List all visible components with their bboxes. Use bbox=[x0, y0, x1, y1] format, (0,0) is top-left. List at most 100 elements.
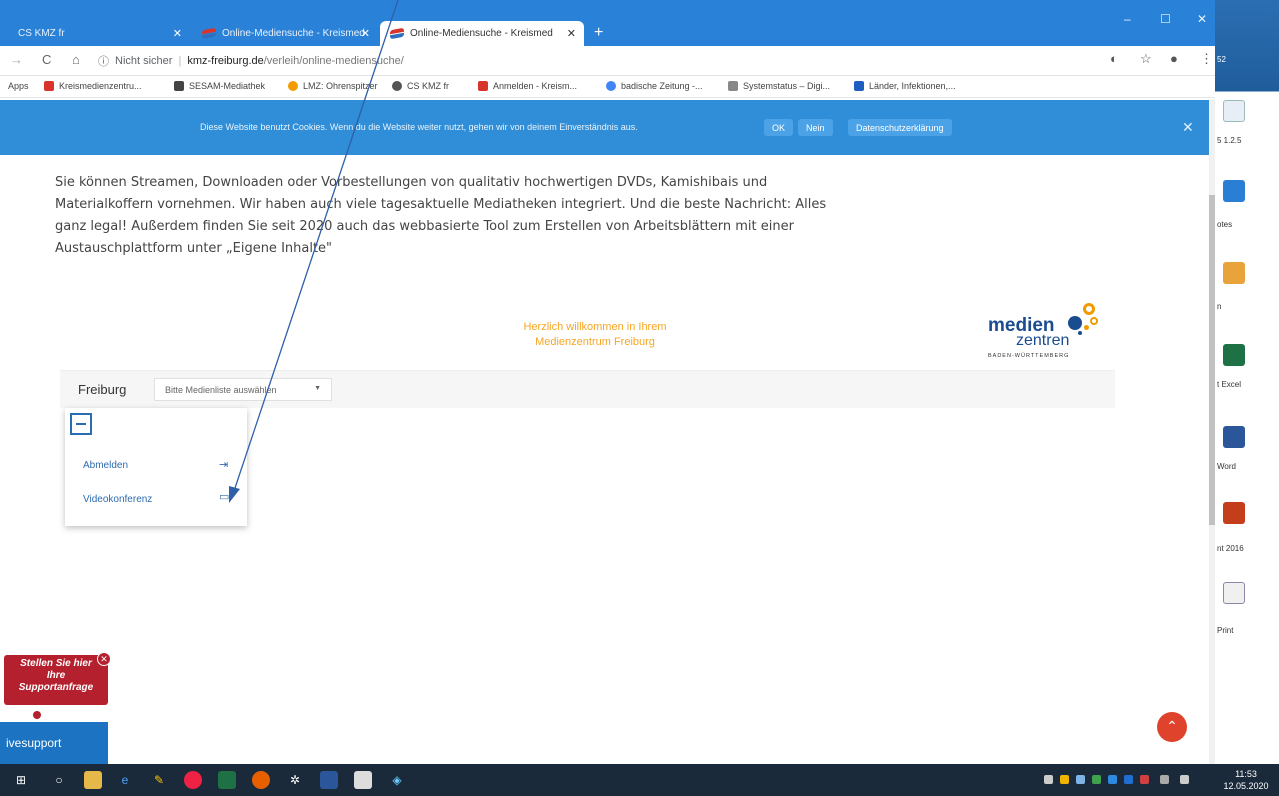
bookmark-cs-kmz[interactable]: CS KMZ fr bbox=[392, 81, 449, 91]
window-close-icon[interactable]: ✕ bbox=[1197, 12, 1207, 26]
city-label: Freiburg bbox=[78, 382, 127, 397]
bookmark-anmelden[interactable]: Anmelden - Kreism... bbox=[478, 81, 577, 91]
tray-icon[interactable] bbox=[1076, 775, 1085, 784]
security-label: Nicht sicher bbox=[115, 55, 173, 67]
print-app-icon[interactable] bbox=[1223, 582, 1245, 604]
videoconference-link[interactable]: Videokonferenz bbox=[83, 494, 152, 505]
bookmark-label: Länder, Infektionen,... bbox=[869, 81, 956, 91]
monitor-icon[interactable]: ▭ bbox=[219, 490, 229, 503]
excel-icon[interactable] bbox=[1223, 344, 1245, 366]
tab-title: CS KMZ fr bbox=[18, 28, 65, 39]
bookmark-apps[interactable]: Apps bbox=[8, 81, 29, 91]
filter-bar: Freiburg Bitte Medienliste auswählen ▼ bbox=[60, 370, 1115, 408]
word-icon[interactable] bbox=[1223, 426, 1245, 448]
tab-cs-kmz[interactable]: CS KMZ fr ✕ bbox=[8, 21, 190, 46]
support-close-icon[interactable]: ✕ bbox=[97, 652, 111, 666]
edge-icon[interactable]: e bbox=[116, 771, 134, 789]
desktop-app-icon[interactable] bbox=[1223, 100, 1245, 122]
desktop-app-icon[interactable] bbox=[1223, 262, 1245, 284]
support-line: Supportanfrage bbox=[18, 682, 94, 693]
system-clock[interactable]: 11:53 12.05.2020 bbox=[1218, 768, 1274, 792]
calculator-icon[interactable] bbox=[354, 771, 372, 789]
file-explorer-icon[interactable] bbox=[84, 771, 102, 789]
support-line: Ihre bbox=[46, 670, 66, 681]
cookie-ok-button[interactable]: OK bbox=[764, 119, 794, 136]
cookie-no-button[interactable]: Nein bbox=[798, 119, 833, 136]
livesupport-button[interactable]: ivesupport bbox=[0, 722, 108, 764]
windows-start-icon[interactable]: ⊞ bbox=[12, 771, 30, 789]
windows-taskbar: ⊞ ○ e ✎ ✲ ◈ 11:53 12.05.2020 bbox=[0, 764, 1279, 796]
tab-title: Online-Mediensuche - Kreismed bbox=[222, 28, 365, 39]
desktop-label: Print bbox=[1217, 626, 1234, 635]
reload-icon[interactable]: C bbox=[42, 52, 51, 67]
tray-icon[interactable] bbox=[1044, 775, 1053, 784]
url-separator: | bbox=[178, 55, 182, 67]
sesam-icon bbox=[174, 81, 184, 91]
settings-gear-icon[interactable]: ✲ bbox=[286, 771, 304, 789]
menu-dots-icon[interactable]: ⋮ bbox=[1200, 51, 1213, 67]
new-tab-icon[interactable]: + bbox=[594, 24, 603, 42]
welcome-line: Medienzentrum Freiburg bbox=[535, 336, 655, 348]
tab-title: Online-Mediensuche - Kreismed bbox=[410, 28, 553, 39]
bookmark-systemstatus[interactable]: Systemstatus – Digi... bbox=[728, 81, 830, 91]
bookmark-badische-zeitung[interactable]: badische Zeitung -... bbox=[606, 81, 703, 91]
google-icon bbox=[606, 81, 616, 91]
logout-icon[interactable]: ⇥ bbox=[219, 458, 228, 471]
media-list-select[interactable]: Bitte Medienliste auswählen ▼ bbox=[154, 378, 332, 401]
firefox-icon[interactable] bbox=[252, 771, 270, 789]
tab-close-icon[interactable]: ✕ bbox=[173, 27, 182, 40]
medienzentren-logo: medien zentren BADEN-WÜRTTEMBERG bbox=[986, 300, 1120, 366]
home-icon[interactable]: ⌂ bbox=[72, 52, 80, 67]
powerpoint-icon[interactable] bbox=[1223, 502, 1245, 524]
intro-line: Sie können Streamen, Downloaden oder Vor… bbox=[55, 175, 768, 190]
tray-icon[interactable] bbox=[1140, 775, 1149, 784]
logo-dot bbox=[1068, 316, 1082, 330]
tab-mediensuche-active[interactable]: Online-Mediensuche - Kreismed ✕ bbox=[380, 21, 584, 46]
desktop-label: otes bbox=[1217, 220, 1233, 229]
paint-icon[interactable]: ✎ bbox=[150, 771, 168, 789]
notes-app-icon[interactable] bbox=[1223, 180, 1245, 202]
bookmark-laender[interactable]: Länder, Infektionen,... bbox=[854, 81, 956, 91]
cookie-banner: Diese Website benutzt Cookies. Wenn du d… bbox=[0, 100, 1209, 155]
search-icon[interactable]: ○ bbox=[50, 771, 68, 789]
privacy-policy-button[interactable]: Datenschutzerklärung bbox=[848, 119, 952, 136]
url-field[interactable]: ⓘ Nicht sicher | kmz-freiburg.de /verlei… bbox=[98, 50, 1058, 72]
maximize-icon[interactable]: ☐ bbox=[1160, 12, 1171, 26]
back-to-top-icon[interactable]: ⌃ bbox=[1157, 712, 1187, 742]
bookmark-label: badische Zeitung -... bbox=[621, 81, 703, 91]
bookmark-kreismedienzentrum[interactable]: Kreismedienzentru... bbox=[44, 81, 142, 91]
cookie-close-icon[interactable]: ✕ bbox=[1182, 119, 1194, 136]
tray-icon[interactable] bbox=[1060, 775, 1069, 784]
logout-link[interactable]: Abmelden bbox=[83, 460, 128, 471]
chrome-icon[interactable] bbox=[184, 771, 202, 789]
bookmark-sesam[interactable]: SESAM-Mediathek bbox=[174, 81, 265, 91]
network-icon[interactable] bbox=[1160, 775, 1169, 784]
desktop-label: 5 1.2.5 bbox=[1217, 136, 1242, 145]
profile-icon[interactable]: ● bbox=[1170, 51, 1178, 66]
cookie-text: Diese Website benutzt Cookies. Wenn du d… bbox=[200, 122, 638, 132]
bookmark-label: Systemstatus – Digi... bbox=[743, 81, 831, 91]
tab-close-icon[interactable]: ✕ bbox=[361, 27, 370, 40]
browser-tab-bar: CS KMZ fr ✕ Online-Mediensuche - Kreisme… bbox=[0, 0, 1215, 46]
extension-icon[interactable]: ◐ bbox=[1110, 51, 1118, 66]
tray-icon[interactable] bbox=[1124, 775, 1133, 784]
intro-line: Materialkoffern vornehmen. Wir haben auc… bbox=[55, 197, 827, 212]
tab-close-icon[interactable]: ✕ bbox=[567, 27, 576, 40]
forward-arrow-icon[interactable]: → bbox=[10, 52, 23, 67]
menu-collapse-button[interactable] bbox=[70, 413, 92, 435]
intro-line: Austauschplattform unter „Eigene Inhalte… bbox=[55, 241, 333, 256]
support-pointer-dot bbox=[33, 711, 41, 719]
network-app-icon[interactable]: ◈ bbox=[388, 771, 406, 789]
word-taskbar-icon[interactable] bbox=[320, 771, 338, 789]
bookmark-label: Kreismedienzentru... bbox=[59, 81, 142, 91]
bookmark-lmz[interactable]: LMZ: Ohrenspitzer bbox=[288, 81, 378, 91]
minimize-icon[interactable]: – bbox=[1124, 12, 1131, 26]
support-request-bubble[interactable]: Stellen Sie hier Ihre Supportanfrage bbox=[4, 655, 108, 705]
excel-taskbar-icon[interactable] bbox=[218, 771, 236, 789]
logo-dot bbox=[1078, 331, 1082, 335]
volume-icon[interactable] bbox=[1180, 775, 1189, 784]
bluetooth-icon[interactable] bbox=[1108, 775, 1117, 784]
tab-mediensuche-1[interactable]: Online-Mediensuche - Kreismed ✕ bbox=[192, 21, 378, 46]
tray-icon[interactable] bbox=[1092, 775, 1101, 784]
bookmark-star-icon[interactable]: ☆ bbox=[1140, 51, 1152, 67]
